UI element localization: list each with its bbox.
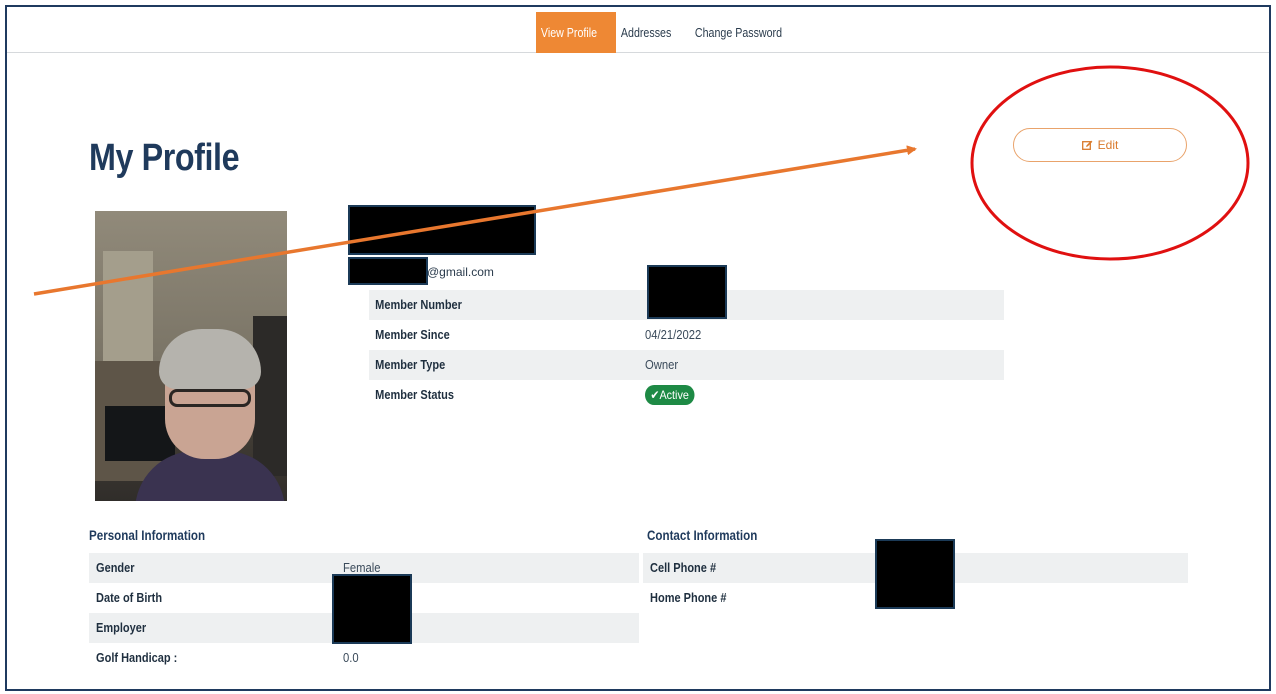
status-badge-label: Active xyxy=(659,388,689,402)
member-type-row: Member Type Owner xyxy=(369,350,1004,380)
check-icon: ✔ xyxy=(650,388,660,402)
member-since-value: 04/21/2022 xyxy=(645,328,702,342)
edit-profile-button[interactable]: Edit xyxy=(1013,128,1187,162)
tab-addresses[interactable]: Addresses xyxy=(616,12,689,53)
gender-value: Female xyxy=(343,561,381,575)
member-since-row: Member Since 04/21/2022 xyxy=(369,320,1004,350)
profile-page: View Profile Addresses Change Password M… xyxy=(5,5,1271,691)
golf-handicap-row: Golf Handicap : 0.0 xyxy=(89,643,639,673)
redacted-phone-numbers xyxy=(875,539,955,609)
member-status-label: Member Status xyxy=(375,388,455,402)
redacted-member-number xyxy=(647,265,727,319)
tab-change-password-label: Change Password xyxy=(694,25,782,40)
tab-view-profile-label: View Profile xyxy=(540,25,598,40)
employer-label: Employer xyxy=(96,621,147,635)
page-title: My Profile xyxy=(89,137,240,179)
personal-info-heading: Personal Information xyxy=(89,528,206,543)
profile-tab-bar: View Profile Addresses Change Password xyxy=(7,7,1269,53)
contact-info-heading: Contact Information xyxy=(647,528,758,543)
redacted-email-user xyxy=(348,257,428,285)
tab-change-password[interactable]: Change Password xyxy=(690,12,808,53)
edit-icon xyxy=(1081,140,1093,151)
redacted-dob-employer xyxy=(332,574,412,644)
cell-phone-label: Cell Phone # xyxy=(650,561,717,575)
edit-button-label: Edit xyxy=(1097,138,1119,152)
home-phone-label: Home Phone # xyxy=(650,591,727,605)
member-number-label: Member Number xyxy=(375,298,462,312)
email-domain: @gmail.com xyxy=(427,265,494,279)
profile-photo xyxy=(95,211,287,501)
gender-label: Gender xyxy=(96,561,135,575)
tab-view-profile[interactable]: View Profile xyxy=(536,12,617,53)
redacted-member-name xyxy=(348,205,536,255)
member-status-value: ✔ Active xyxy=(645,385,695,405)
golf-handicap-value: 0.0 xyxy=(343,651,359,665)
status-badge: ✔ Active xyxy=(645,385,695,405)
member-type-value: Owner xyxy=(645,358,679,372)
member-status-row: Member Status ✔ Active xyxy=(369,380,1004,410)
member-type-label: Member Type xyxy=(375,358,446,372)
date-of-birth-label: Date of Birth xyxy=(96,591,163,605)
tab-list: View Profile Addresses Change Password xyxy=(536,12,808,53)
member-since-label: Member Since xyxy=(375,328,450,342)
tab-addresses-label: Addresses xyxy=(621,25,672,40)
golf-handicap-label: Golf Handicap : xyxy=(96,651,178,665)
